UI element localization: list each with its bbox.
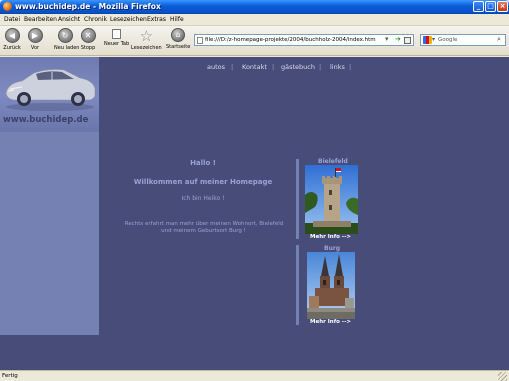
- menu-lesezeichen[interactable]: Lesezeichen: [110, 16, 147, 23]
- back-button[interactable]: ◀ Zurück: [1, 28, 23, 51]
- reload-label: Neu laden: [54, 45, 80, 51]
- status-bar: Fertig: [0, 370, 509, 381]
- bielefeld-photo[interactable]: [305, 165, 358, 234]
- nav-link-kontakt[interactable]: Kontakt: [242, 63, 267, 71]
- back-arrow-icon: ◀: [4, 28, 20, 43]
- new-tab-icon: [112, 29, 122, 39]
- page-content: www.buchidep.de autos | Kontakt | gästeb…: [0, 57, 509, 370]
- intro-text: Ich bin Heiko !: [181, 195, 225, 202]
- stop-icon: ✕: [80, 28, 96, 43]
- description-line-1: Rechts erfahrt man mehr über meinen Wohn…: [124, 221, 284, 227]
- site-logo-text: www.buchidep.de: [3, 115, 89, 125]
- nav-link-autos[interactable]: autos: [207, 63, 225, 71]
- search-input[interactable]: Google: [438, 37, 457, 43]
- extension-icon[interactable]: [404, 37, 411, 44]
- bielefeld-label: Bielefeld: [318, 158, 348, 165]
- url-dropdown-icon[interactable]: ▾: [385, 35, 389, 43]
- home-button[interactable]: ⌂ Startseite: [166, 28, 190, 50]
- reload-icon: ↻: [57, 28, 73, 43]
- greeting-heading: Hallo !: [190, 159, 216, 167]
- menu-extras[interactable]: Extras: [147, 16, 166, 23]
- burg-photo[interactable]: [307, 252, 355, 319]
- divider-bar: [296, 245, 299, 325]
- menu-hilfe[interactable]: Hilfe: [170, 16, 184, 23]
- page-icon: [197, 37, 203, 44]
- menu-bearbeiten[interactable]: Bearbeiten: [24, 16, 57, 23]
- car-image: [5, 69, 96, 111]
- resize-grip[interactable]: [498, 372, 507, 381]
- bookmarks-label: Lesezeichen: [131, 45, 162, 51]
- nav-separator: |: [349, 63, 352, 71]
- window-title: www.buchidep.de - Mozilla Firefox: [15, 2, 161, 11]
- title-bar: www.buchidep.de - Mozilla Firefox _ □ ×: [0, 0, 509, 14]
- description-line-2: und meinem Geburtsort Burg !: [161, 228, 246, 234]
- stop-button[interactable]: ✕ Stopp: [77, 28, 99, 51]
- back-label: Zurück: [3, 45, 21, 51]
- close-button[interactable]: ×: [497, 1, 508, 12]
- firefox-icon: [3, 2, 12, 11]
- nav-link-gaestebuch[interactable]: gästebuch: [281, 63, 315, 71]
- welcome-heading: Willkommen auf meiner Homepage: [133, 178, 273, 186]
- star-icon: ☆: [139, 27, 154, 45]
- burg-more-info-link[interactable]: Mehr Info -->: [310, 319, 351, 325]
- home-icon: ⌂: [171, 28, 186, 42]
- bookmarks-button[interactable]: ☆ Lesezeichen: [131, 28, 162, 51]
- home-label: Startseite: [166, 44, 191, 50]
- nav-separator: |: [272, 63, 275, 71]
- go-arrow-icon[interactable]: ➔: [395, 35, 401, 43]
- nav-separator: |: [319, 63, 322, 71]
- navigation-toolbar: ◀ Zurück ▶ Vor ↻ Neu laden ✕ Stopp Neuer…: [0, 26, 509, 56]
- menu-ansicht[interactable]: Ansicht: [58, 16, 80, 23]
- burg-label: Burg: [324, 245, 341, 252]
- minimize-button[interactable]: _: [473, 1, 484, 12]
- forward-arrow-icon: ▶: [27, 28, 43, 43]
- left-sidebar: www.buchidep.de: [0, 57, 99, 335]
- new-tab-label: Neuer Tab: [104, 41, 130, 47]
- maximize-button[interactable]: □: [485, 1, 496, 12]
- forward-button[interactable]: ▶ Vor: [24, 28, 46, 51]
- menu-datei[interactable]: Datei: [4, 16, 20, 23]
- car-banner: www.buchidep.de: [0, 57, 99, 132]
- engine-dropdown-icon[interactable]: ▾: [432, 36, 435, 43]
- forward-label: Vor: [30, 45, 40, 51]
- search-bar[interactable]: ▾ Google ⌕: [420, 34, 506, 46]
- google-icon[interactable]: [423, 36, 432, 44]
- stop-label: Stopp: [80, 45, 96, 51]
- divider-bar: [296, 159, 299, 239]
- address-input[interactable]: file:///D:/z-homepage-projekte/2004/buch…: [205, 37, 376, 43]
- menu-chronik[interactable]: Chronik: [84, 16, 107, 23]
- reload-button[interactable]: ↻ Neu laden: [54, 28, 80, 51]
- address-bar[interactable]: file:///D:/z-homepage-projekte/2004/buch…: [194, 34, 414, 46]
- menu-bar: Datei Bearbeiten Ansicht Chronik Lesezei…: [0, 14, 509, 26]
- status-text: Fertig: [2, 373, 18, 379]
- sparrenburg-image: [305, 165, 358, 234]
- search-icon[interactable]: ⌕: [497, 35, 501, 44]
- nav-separator: |: [231, 63, 234, 71]
- new-tab-button[interactable]: Neuer Tab: [104, 29, 129, 47]
- nav-link-links[interactable]: links: [330, 63, 345, 71]
- bielefeld-more-info-link[interactable]: Mehr Info -->: [310, 234, 351, 240]
- burg-church-image: [307, 252, 355, 319]
